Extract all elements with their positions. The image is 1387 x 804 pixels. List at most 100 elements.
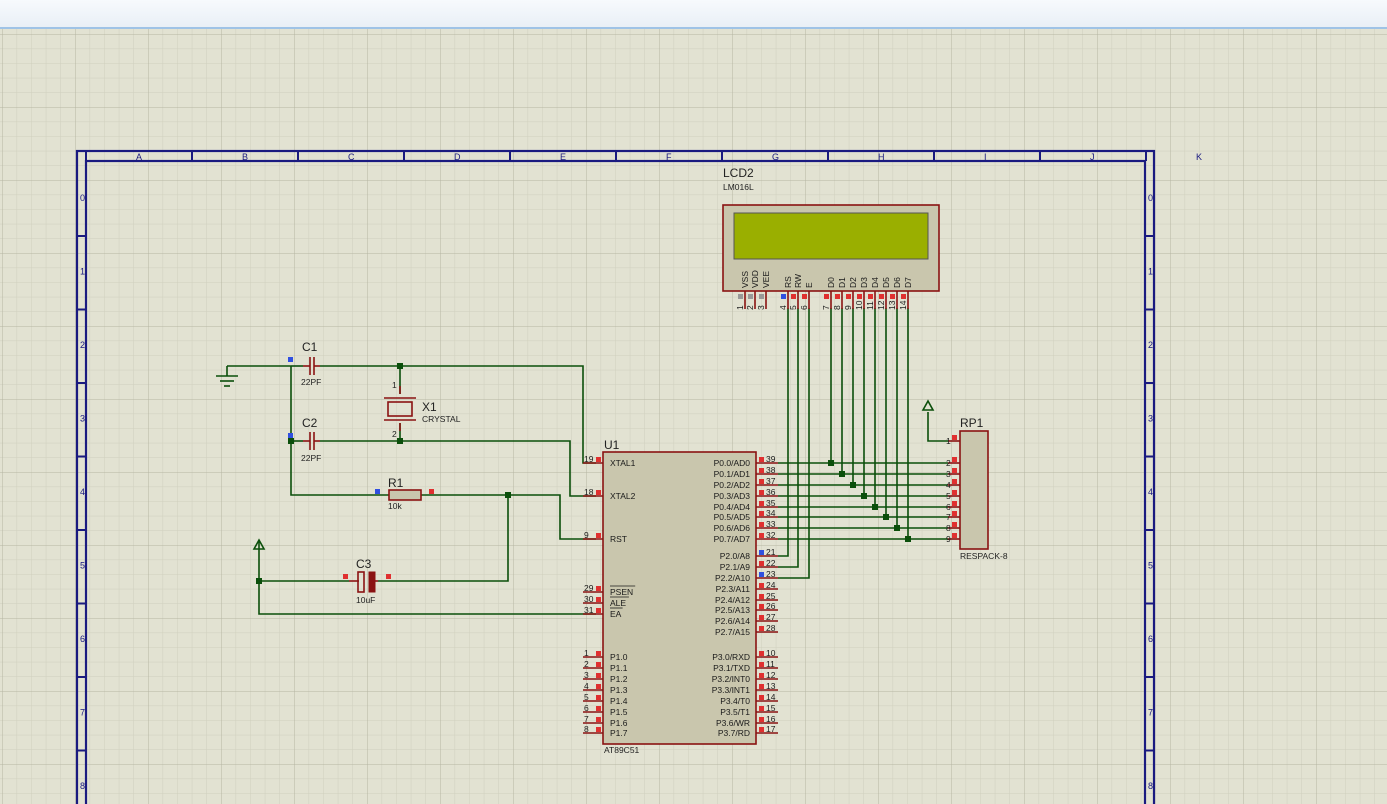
pin-marker[interactable] bbox=[759, 673, 764, 678]
pin-marker[interactable] bbox=[596, 490, 601, 495]
pin-marker[interactable] bbox=[596, 597, 601, 602]
pin-marker[interactable] bbox=[375, 489, 380, 494]
u1-pin-name: P0.6/AD6 bbox=[714, 523, 751, 533]
pin-marker[interactable] bbox=[759, 706, 764, 711]
pin-marker[interactable] bbox=[429, 489, 434, 494]
u1-pin-name: P0.2/AD2 bbox=[714, 480, 751, 490]
pin-marker[interactable] bbox=[802, 294, 807, 299]
pin-marker[interactable] bbox=[759, 501, 764, 506]
pin-marker[interactable] bbox=[759, 550, 764, 555]
pin-marker[interactable] bbox=[759, 533, 764, 538]
pin-marker[interactable] bbox=[288, 357, 293, 362]
lcd-pin-name: RS bbox=[783, 276, 793, 288]
mcu-at89c51[interactable]: U1 AT89C51 19 XTAL118 XTAL29 RST29 PSEN30 ALE… bbox=[583, 438, 778, 755]
c3-ref: C3 bbox=[356, 557, 372, 571]
pin-marker[interactable] bbox=[759, 684, 764, 689]
schematic-canvas[interactable]: ABCDEFGHIJK 001122334455667788 bbox=[0, 29, 1387, 804]
rp1-pin-number: 8 bbox=[946, 523, 951, 533]
frame-col-label: F bbox=[666, 152, 672, 162]
pin-marker[interactable] bbox=[791, 294, 796, 299]
pin-marker[interactable] bbox=[952, 522, 957, 527]
pin-marker[interactable] bbox=[759, 522, 764, 527]
u1-pin-number: 33 bbox=[766, 519, 776, 529]
pin-marker[interactable] bbox=[596, 662, 601, 667]
pin-marker[interactable] bbox=[952, 533, 957, 538]
pin-marker[interactable] bbox=[824, 294, 829, 299]
u1-pin-name: P1.2 bbox=[610, 674, 628, 684]
u1-pin-name: P2.2/A10 bbox=[715, 573, 750, 583]
rp1-pin-number: 7 bbox=[946, 512, 951, 522]
u1-pin-number: 14 bbox=[766, 692, 776, 702]
pin-marker[interactable] bbox=[759, 604, 764, 609]
pin-marker[interactable] bbox=[759, 468, 764, 473]
pin-marker[interactable] bbox=[901, 294, 906, 299]
pin-marker[interactable] bbox=[759, 294, 764, 299]
u1-value: AT89C51 bbox=[604, 745, 640, 755]
frame-col-label: G bbox=[772, 152, 779, 162]
pin-marker[interactable] bbox=[952, 457, 957, 462]
pin-marker[interactable] bbox=[596, 727, 601, 732]
pin-marker[interactable] bbox=[596, 717, 601, 722]
pin-marker[interactable] bbox=[386, 574, 391, 579]
pin-marker[interactable] bbox=[890, 294, 895, 299]
u1-pin-name: P3.4/T0 bbox=[720, 696, 750, 706]
pin-marker[interactable] bbox=[952, 490, 957, 495]
rp1-pin-number: 1 bbox=[946, 436, 951, 446]
pin-marker[interactable] bbox=[759, 583, 764, 588]
lcd-pin-number: 11 bbox=[865, 301, 875, 310]
frame-row-label-left: 1 bbox=[80, 267, 85, 277]
pin-marker[interactable] bbox=[952, 435, 957, 440]
pin-marker[interactable] bbox=[748, 294, 753, 299]
pin-marker[interactable] bbox=[596, 684, 601, 689]
pin-marker[interactable] bbox=[759, 662, 764, 667]
pin-marker[interactable] bbox=[759, 727, 764, 732]
pin-marker[interactable] bbox=[952, 511, 957, 516]
pin-marker[interactable] bbox=[596, 586, 601, 591]
u1-pin-number: 15 bbox=[766, 703, 776, 713]
pin-marker[interactable] bbox=[759, 479, 764, 484]
pin-marker[interactable] bbox=[846, 294, 851, 299]
pin-marker[interactable] bbox=[759, 572, 764, 577]
u1-pin-name: P3.6/WR bbox=[716, 718, 750, 728]
pin-marker[interactable] bbox=[868, 294, 873, 299]
pin-marker[interactable] bbox=[343, 574, 348, 579]
pin-marker[interactable] bbox=[596, 457, 601, 462]
pin-marker[interactable] bbox=[596, 673, 601, 678]
lcd-pin-number: 1 bbox=[735, 305, 745, 310]
u1-ref: U1 bbox=[604, 438, 620, 452]
pin-marker[interactable] bbox=[759, 594, 764, 599]
pin-marker[interactable] bbox=[835, 294, 840, 299]
pin-marker[interactable] bbox=[596, 695, 601, 700]
pin-marker[interactable] bbox=[596, 608, 601, 613]
frame-row-label-right: 0 bbox=[1148, 193, 1153, 203]
u1-pin-number: 2 bbox=[584, 659, 589, 669]
u1-pin-name: P0.0/AD0 bbox=[714, 458, 751, 468]
pin-marker[interactable] bbox=[759, 695, 764, 700]
pin-marker[interactable] bbox=[759, 651, 764, 656]
r1-value: 10k bbox=[388, 501, 402, 511]
pin-marker[interactable] bbox=[759, 490, 764, 495]
pin-marker[interactable] bbox=[759, 717, 764, 722]
pin-marker[interactable] bbox=[759, 615, 764, 620]
u1-pin-name: P3.5/T1 bbox=[720, 707, 750, 717]
pin-marker[interactable] bbox=[596, 533, 601, 538]
pin-marker[interactable] bbox=[879, 294, 884, 299]
pin-marker[interactable] bbox=[857, 294, 862, 299]
frame-row-label-left: 2 bbox=[80, 340, 85, 350]
frame-row-label-right: 6 bbox=[1148, 634, 1153, 644]
pin-marker[interactable] bbox=[759, 626, 764, 631]
pin-marker[interactable] bbox=[738, 294, 743, 299]
u1-pin-number: 36 bbox=[766, 487, 776, 497]
pin-marker[interactable] bbox=[596, 651, 601, 656]
pin-marker[interactable] bbox=[759, 561, 764, 566]
lcd-pin-name: VSS bbox=[740, 271, 750, 288]
pin-marker[interactable] bbox=[952, 501, 957, 506]
pin-marker[interactable] bbox=[759, 457, 764, 462]
pin-marker[interactable] bbox=[952, 479, 957, 484]
pin-marker[interactable] bbox=[288, 433, 293, 438]
pin-marker[interactable] bbox=[952, 468, 957, 473]
pin-marker[interactable] bbox=[759, 511, 764, 516]
pin-marker[interactable] bbox=[596, 706, 601, 711]
pin-marker[interactable] bbox=[781, 294, 786, 299]
lcd-pin-number: 3 bbox=[756, 305, 766, 310]
